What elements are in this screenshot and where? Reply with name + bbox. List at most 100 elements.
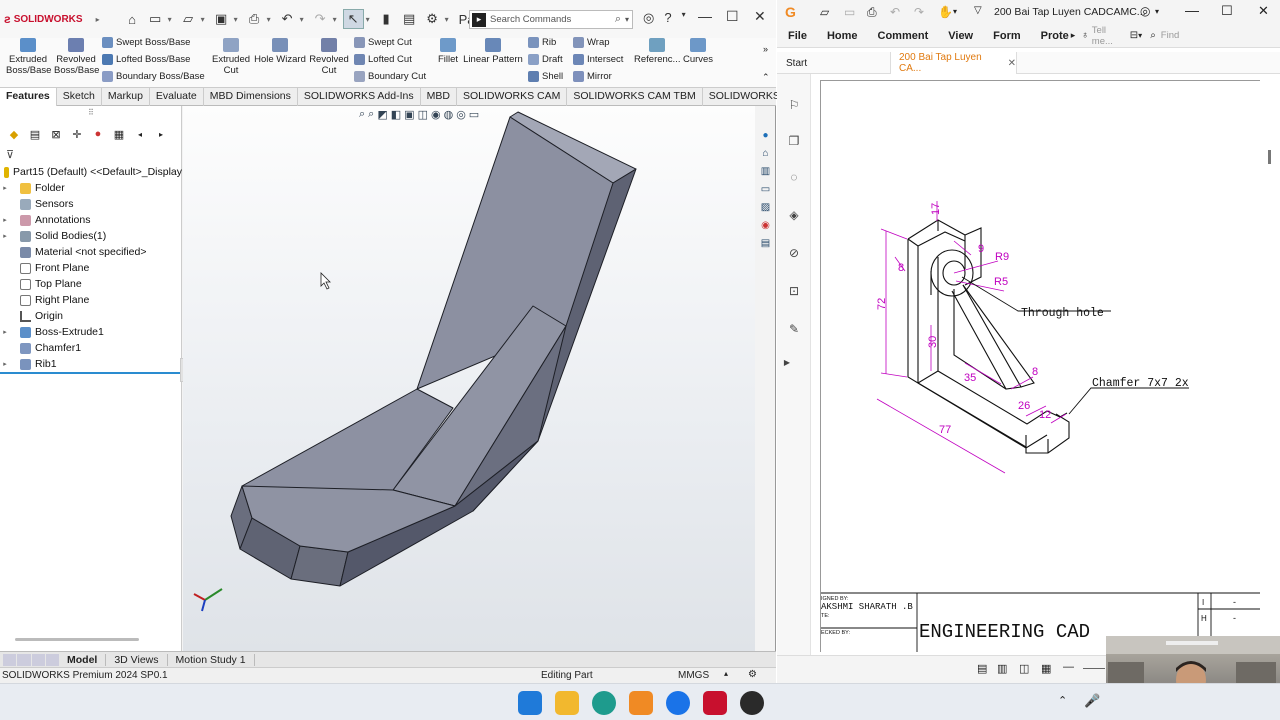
property-manager-tab-icon[interactable]: ▤ [27, 126, 43, 142]
tab-scroll-right-icon[interactable]: ▸ [153, 126, 169, 142]
close-tab-icon[interactable]: ✕ [1008, 58, 1016, 69]
unit-system[interactable]: MMGS [678, 670, 709, 681]
user-account-icon[interactable]: ◎ [643, 10, 654, 26]
rebuild-icon[interactable]: ▮ [376, 9, 397, 29]
save-icon[interactable]: ▭ [844, 5, 855, 19]
tree-item-sensors[interactable]: Sensors [0, 196, 182, 212]
tree-item-material[interactable]: Material <not specified> [0, 244, 182, 260]
expand-sidebar-icon[interactable]: ▶ [780, 358, 794, 372]
dropdown-arrow-icon[interactable]: ▴ [724, 669, 728, 678]
draft-button[interactable]: Draft [528, 54, 563, 65]
find-input[interactable]: Find [1161, 30, 1179, 41]
tab-solidworks-cam[interactable]: SOLIDWORKS CAM [457, 88, 568, 106]
bracket-model[interactable] [230, 111, 637, 587]
dropdown-arrow-icon[interactable]: ▾ [445, 15, 453, 24]
file-explorer-icon[interactable]: ▥ [759, 164, 773, 178]
solidworks-taskbar-icon[interactable] [703, 691, 727, 715]
print-icon[interactable]: ⎙ [867, 5, 877, 20]
tree-item-part[interactable]: Part15 (Default) <<Default>_Display [0, 164, 182, 180]
curves-button[interactable]: Curves [682, 38, 714, 65]
tell-me-input[interactable]: Tell me... [1092, 25, 1126, 47]
tree-item-right-plane[interactable]: Right Plane [0, 292, 182, 308]
tab-motion-study-1[interactable]: Motion Study 1 [168, 653, 255, 666]
tab-3d-views[interactable]: 3D Views [106, 653, 168, 666]
magnifier-icon[interactable]: ⌕ [615, 13, 621, 26]
help-icon[interactable]: ? [664, 10, 671, 26]
page-thumbnails-icon[interactable]: ❐ [787, 134, 801, 148]
search-commands-box[interactable]: ▸ Search Commands ⌕ ▾ [469, 10, 633, 29]
file-properties-icon[interactable]: ▤ [399, 9, 420, 29]
maximize-icon[interactable]: ☐ [726, 8, 739, 25]
menu-arrow-icon[interactable]: ▸ [96, 15, 100, 24]
new-doc-icon[interactable]: ▭ [145, 9, 166, 29]
menu-view[interactable]: View [948, 30, 973, 42]
tab-markup[interactable]: Markup [102, 88, 150, 106]
swept-boss-button[interactable]: Swept Boss/Base [102, 37, 190, 48]
dropdown-arrow-icon[interactable]: ▾ [267, 15, 275, 24]
linear-pattern-button[interactable]: Linear Pattern [462, 38, 524, 65]
edge-browser-icon[interactable] [592, 691, 616, 715]
dropdown-arrow-icon[interactable]: ▾ [201, 15, 209, 24]
dropdown-arrow-icon[interactable]: ▾ [366, 15, 374, 24]
layers-icon[interactable]: ◈ [787, 208, 801, 222]
tree-item-boss-extrude1[interactable]: ▸ Boss-Extrude1 [0, 324, 182, 340]
close-icon[interactable]: ✕ [1258, 3, 1269, 19]
extruded-boss-button[interactable]: Extruded Boss/Base [6, 38, 51, 76]
feature-manager-tab-icon[interactable]: ◆ [6, 126, 22, 142]
dropdown-arrow-icon[interactable]: ▾ [625, 15, 629, 24]
attachments-icon[interactable]: ⊘ [787, 246, 801, 260]
menu-protect[interactable]: Prote [1041, 30, 1069, 42]
print-icon[interactable]: ⎙ [244, 9, 265, 29]
foxit-reader-icon[interactable] [629, 691, 653, 715]
dropdown-arrow-icon[interactable]: ▾ [1138, 31, 1142, 40]
graphics-area[interactable]: ⌕ ⌕ ◩ ◧ ▣ ◫ ◉ ◍ ◎ ▭ [183, 106, 755, 651]
tree-item-origin[interactable]: Origin [0, 308, 182, 324]
dropdown-arrow-icon[interactable]: ▾ [234, 15, 242, 24]
tree-item-annotations[interactable]: ▸ Annotations [0, 212, 182, 228]
dropdown-arrow-icon[interactable]: ▾ [1155, 7, 1159, 16]
select-pointer-icon[interactable]: ↖ [342, 9, 364, 29]
cam-feature-tab-icon[interactable]: ▦ [111, 126, 127, 142]
expand-arrow-icon[interactable]: ▸ [0, 328, 10, 336]
scenes-icon[interactable]: ◉ [759, 218, 773, 232]
menu-more-icon[interactable]: ▸ [1071, 30, 1076, 41]
tab-model[interactable]: Model [59, 653, 107, 666]
lofted-cut-button[interactable]: Lofted Cut [354, 54, 412, 65]
tree-item-chamfer1[interactable]: Chamfer1 [0, 340, 182, 356]
find-icon[interactable]: ⌕ [1150, 30, 1156, 41]
wrap-button[interactable]: Wrap [573, 37, 610, 48]
boundary-cut-button[interactable]: Boundary Cut [354, 71, 426, 82]
filter-icon[interactable]: ⊽ [6, 148, 14, 161]
zoom-slider[interactable] [1083, 668, 1105, 669]
save-icon[interactable]: ▣ [211, 9, 232, 29]
tree-item-front-plane[interactable]: Front Plane [0, 260, 182, 276]
start-windows-icon[interactable] [518, 691, 542, 715]
dropdown-arrow-icon[interactable]: ▾ [953, 7, 957, 16]
fillet-button[interactable]: Fillet [434, 38, 462, 65]
zalo-icon[interactable] [666, 691, 690, 715]
file-explorer-icon[interactable] [555, 691, 579, 715]
tree-item-top-plane[interactable]: Top Plane [0, 276, 182, 292]
panel-grip-icon[interactable]: ⠿ [88, 108, 94, 117]
open-folder-icon[interactable]: ▱ [820, 5, 829, 19]
tree-item-rib1[interactable]: ▸ Rib1 [0, 356, 182, 372]
tab-solidworks-cam-tbm[interactable]: SOLIDWORKS CAM TBM [567, 88, 703, 106]
swept-cut-button[interactable]: Swept Cut [354, 37, 412, 48]
reference-geometry-button[interactable]: Referenc... [634, 38, 680, 65]
expand-arrow-icon[interactable]: ▸ [0, 232, 10, 240]
redo-icon[interactable]: ↷ [310, 9, 331, 29]
tab-solidworks-add-ins[interactable]: SOLIDWORKS Add-Ins [298, 88, 421, 106]
undo-icon[interactable]: ↶ [277, 9, 298, 29]
home-icon[interactable]: ⌂ [122, 9, 143, 29]
menu-comment[interactable]: Comment [878, 30, 929, 42]
collapse-ribbon-icon[interactable]: ⌃ [762, 72, 770, 83]
expand-arrow-icon[interactable]: ▸ [0, 216, 10, 224]
expand-arrow-icon[interactable]: ▸ [0, 360, 10, 368]
signature-icon[interactable]: ✎ [787, 322, 801, 336]
design-library-icon[interactable]: ⌂ [759, 146, 773, 160]
horizontal-scrollbar[interactable] [15, 638, 139, 641]
account-icon[interactable]: ◎ [1140, 4, 1150, 18]
revolved-boss-button[interactable]: Revolved Boss/Base [54, 38, 99, 76]
tab-evaluate[interactable]: Evaluate [150, 88, 204, 106]
menu-file[interactable]: File [788, 30, 807, 42]
